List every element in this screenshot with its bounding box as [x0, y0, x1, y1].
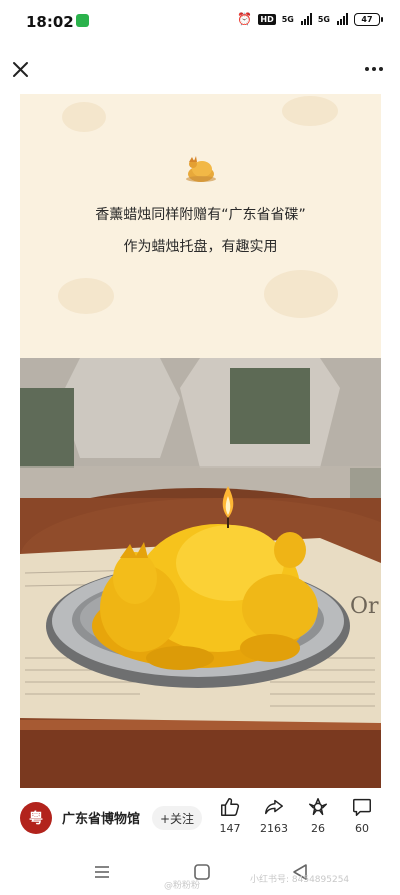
share-button[interactable]: 2163 — [254, 796, 294, 835]
like-icon — [221, 798, 240, 816]
like-count: 147 — [219, 822, 241, 835]
candle-product-photo: Or — [20, 358, 381, 788]
comment-count: 60 — [355, 822, 369, 835]
wechat-notification-icon — [76, 14, 89, 27]
more-icon[interactable] — [362, 58, 386, 80]
hd-badge: HD — [258, 13, 276, 25]
star-icon — [309, 798, 327, 816]
menu-nav-icon[interactable] — [90, 862, 114, 882]
svg-text:Or: Or — [350, 594, 379, 619]
share-icon — [265, 799, 283, 815]
caption-line-1: 香薰蜡烛同样附赠有“广东省省碟” — [95, 207, 306, 223]
rooster-icon — [186, 156, 216, 182]
post-caption-panel: 香薰蜡烛同样附赠有“广东省省碟” 作为蜡烛托盘，有趣实用 — [20, 94, 381, 358]
share-count: 2163 — [260, 822, 288, 835]
decorative-cloud — [62, 102, 106, 132]
comment-button[interactable]: 60 — [342, 796, 382, 835]
alarm-icon: ⏰ — [237, 12, 253, 26]
weibo-watermark: @粉粉粉 — [164, 881, 201, 891]
signal-2-label: 5G — [317, 14, 330, 24]
decorative-cloud — [264, 270, 338, 318]
signal-1-label: 5G — [281, 14, 294, 24]
account-name[interactable]: 广东省博物馆 — [62, 808, 140, 827]
star-count: 26 — [311, 822, 325, 835]
xiaohongshu-watermark: 小红书号: 8454895254 — [250, 875, 350, 885]
battery-icon: 47 — [354, 12, 383, 26]
post-action-bar: 粤 广东省博物馆 +关注 147 2163 26 60 — [0, 790, 400, 850]
status-indicators: ⏰ HD 5G 5G 47 — [237, 12, 383, 26]
signal-1-icon — [300, 13, 312, 25]
follow-button[interactable]: +关注 — [152, 806, 203, 830]
comment-icon — [353, 798, 371, 816]
top-bar — [0, 50, 400, 90]
avatar-glyph: 粤 — [29, 811, 43, 827]
star-button[interactable]: 26 — [298, 796, 338, 835]
close-icon[interactable] — [10, 58, 32, 80]
decorative-cloud — [58, 278, 114, 314]
like-button[interactable]: 147 — [210, 796, 250, 835]
system-nav-bar: @粉粉粉 小红书号: 8454895254 — [0, 852, 400, 895]
signal-2-icon — [337, 13, 348, 25]
decorative-cloud — [282, 96, 338, 126]
caption-line-2: 作为蜡烛托盘，有趣实用 — [123, 239, 278, 255]
avatar[interactable]: 粤 — [20, 802, 52, 834]
status-bar: 18:02 ⏰ HD 5G 5G 47 — [0, 0, 400, 44]
status-time: 18:02 — [26, 13, 74, 31]
